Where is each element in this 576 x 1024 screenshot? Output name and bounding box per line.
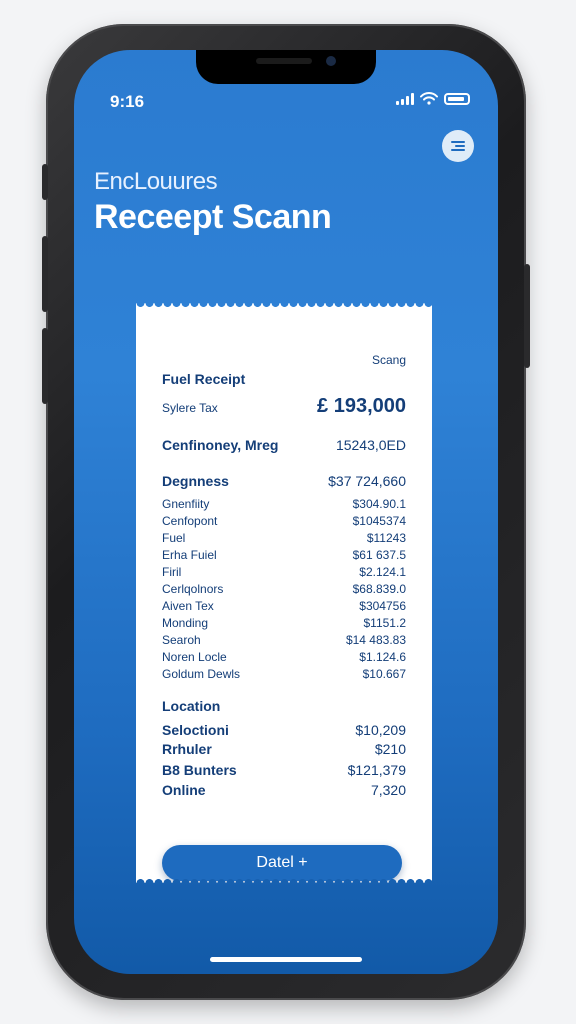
- line-item-row: Cerlqolnors $68.839.0: [162, 582, 406, 596]
- line-item-label: Cenfopont: [162, 514, 218, 528]
- line-item-row: Erha Fuiel $61 637.5: [162, 548, 406, 562]
- line-item-row: Goldum Dewls $10.667: [162, 667, 406, 681]
- line-item-label: Noren Locle: [162, 650, 227, 664]
- line-item-value: $304.90.1: [352, 497, 406, 511]
- receipt-corner-label: Scang: [371, 353, 406, 367]
- location-label: Online: [162, 782, 206, 798]
- location-row: Online 7,320: [162, 782, 406, 798]
- line-item-label: Searoh: [162, 633, 201, 647]
- line-item-label: Firil: [162, 565, 182, 579]
- speaker-grille: [256, 58, 312, 64]
- location-row: B8 Bunters $121,379: [162, 762, 406, 778]
- line-item-row: Searoh $14 483.83: [162, 633, 406, 647]
- wifi-icon: [420, 92, 438, 105]
- location-value: $121,379: [347, 762, 406, 778]
- line-item-row: Monding $1151.2: [162, 616, 406, 630]
- summary-value: 15243,0ED: [335, 437, 406, 453]
- detail-button[interactable]: Datel +: [162, 845, 402, 881]
- line-item-row: Aiven Tex $304756: [162, 599, 406, 613]
- receipt-card: Scang Fuel Receipt Sylere Tax £ 193,000 …: [136, 303, 432, 883]
- section2-label: Location: [162, 698, 221, 714]
- section1-label: Degnness: [162, 473, 229, 489]
- line-item-value: $1.124.6: [359, 650, 406, 664]
- page-title: Receept Scann: [94, 198, 332, 236]
- line-item-label: Erha Fuiel: [162, 548, 217, 562]
- line-item-row: Gnenfiity $304.90.1: [162, 497, 406, 511]
- line-item-value: $68.839.0: [352, 582, 406, 596]
- line-item-value: $1045374: [352, 514, 406, 528]
- location-value: $10,209: [355, 722, 406, 738]
- total-value: £ 193,000: [317, 395, 406, 417]
- line-item-row: Cenfopont $1045374: [162, 514, 406, 528]
- phone-screen: 9:16 EncLouures Receept Scann Scang Fuel…: [74, 50, 498, 974]
- power-button: [524, 264, 530, 368]
- brand-name: EncLouures: [94, 168, 218, 195]
- front-camera: [326, 56, 336, 66]
- cellular-signal-icon: [396, 92, 414, 105]
- status-icons: [396, 92, 470, 105]
- location-label: Seloctioni: [162, 722, 229, 738]
- line-item-row: Firil $2.124.1: [162, 565, 406, 579]
- line-item-row: Noren Locle $1.124.6: [162, 650, 406, 664]
- location-row: Seloctioni $10,209: [162, 722, 406, 738]
- location-label: Rrhuler: [162, 741, 212, 757]
- menu-icon: [451, 141, 465, 151]
- location-label: B8 Bunters: [162, 762, 237, 778]
- line-item-value: $2.124.1: [359, 565, 406, 579]
- line-item-value: $11243: [366, 531, 406, 545]
- total-row: Sylere Tax £ 193,000: [162, 395, 406, 418]
- section1-value: $37 724,660: [328, 473, 406, 489]
- status-time: 9:16: [110, 92, 145, 111]
- volume-up-button: [42, 236, 48, 312]
- volume-down-button: [42, 328, 48, 404]
- location-value: 7,320: [370, 782, 406, 798]
- location-row: Rrhuler $210: [162, 741, 406, 757]
- summary-row: Cenfinoney, Mreg 15243,0ED: [162, 437, 406, 453]
- section1-header-row: Degnness $37 724,660: [162, 473, 406, 489]
- location-value: $210: [374, 741, 406, 757]
- line-item-label: Monding: [162, 616, 209, 630]
- line-item-value: $304756: [359, 599, 406, 613]
- receipt-heading: Fuel Receipt: [162, 371, 246, 387]
- line-item-label: Cerlqolnors: [162, 582, 224, 596]
- summary-label: Cenfinoney, Mreg: [162, 437, 279, 453]
- line-item-value: $14 483.83: [345, 633, 406, 647]
- battery-icon: [444, 92, 470, 105]
- silent-switch: [42, 164, 48, 200]
- menu-button[interactable]: [442, 130, 474, 162]
- line-item-label: Aiven Tex: [162, 599, 214, 613]
- line-item-row: Fuel $11243: [162, 531, 406, 545]
- line-item-label: Gnenfiity: [162, 497, 210, 511]
- line-item-value: $1151.2: [363, 616, 407, 630]
- phone-frame: 9:16 EncLouures Receept Scann Scang Fuel…: [42, 24, 530, 1000]
- total-label: Sylere Tax: [162, 401, 218, 415]
- line-item-value: $10.667: [362, 667, 406, 681]
- line-item-label: Fuel: [162, 531, 186, 545]
- home-indicator[interactable]: [210, 957, 362, 962]
- notch: [196, 50, 376, 84]
- line-item-label: Goldum Dewls: [162, 667, 241, 681]
- line-item-value: $61 637.5: [352, 548, 406, 562]
